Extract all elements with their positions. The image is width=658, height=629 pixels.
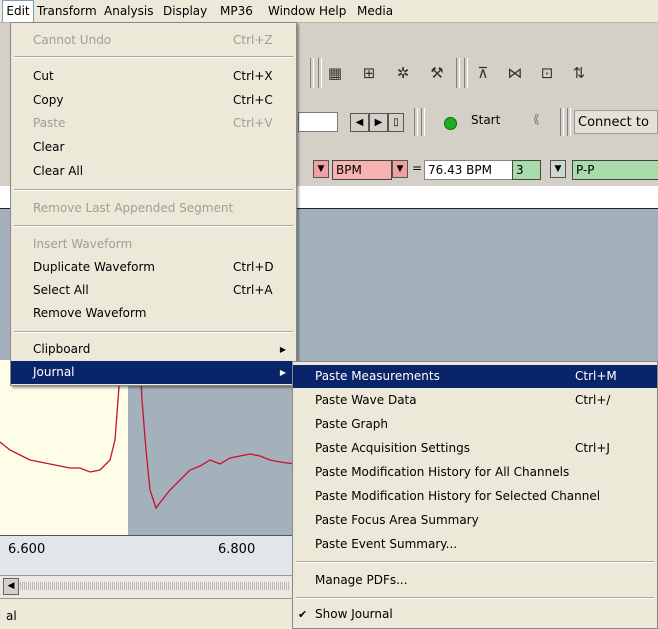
status-text: al <box>6 609 17 623</box>
x-tick-label: 6.800 <box>218 542 256 557</box>
menu-item-duplicate-waveform[interactable]: Duplicate Waveform Ctrl+D <box>11 256 296 279</box>
menu-item-manage-pdfs[interactable]: Manage PDFs... <box>293 569 657 592</box>
checkmark-icon: ✔ <box>298 608 308 621</box>
menu-item-cut[interactable]: Cut Ctrl+X <box>11 65 296 88</box>
menu-window[interactable]: Window <box>268 0 315 22</box>
toolbar-separator <box>421 108 425 136</box>
layout-icon[interactable]: ⊞ <box>358 62 380 84</box>
toolbar-separator <box>318 58 322 88</box>
submenu-arrow-icon: ▶ <box>279 368 286 377</box>
toolbar-separator <box>414 108 418 136</box>
menu-item-paste-measurements[interactable]: Paste Measurements Ctrl+M <box>293 365 657 388</box>
menu-item-clear-all[interactable]: Clear All <box>11 160 296 183</box>
menu-separator <box>14 189 293 191</box>
menu-item-clear[interactable]: Clear <box>11 136 296 159</box>
menu-item-remove-waveform[interactable]: Remove Waveform <box>11 302 296 325</box>
menu-separator <box>296 561 654 563</box>
menu-item-select-all[interactable]: Select All Ctrl+A <box>11 279 296 302</box>
menu-separator <box>296 597 654 599</box>
horizontal-scale-icon[interactable]: ⊼ <box>472 62 494 84</box>
marker-button[interactable]: ▯ <box>388 113 404 132</box>
waveform-trace <box>0 360 296 510</box>
menu-item-copy[interactable]: Copy Ctrl+C <box>11 89 296 112</box>
menu-item-insert-waveform: Insert Waveform <box>33 237 133 251</box>
dropdown-arrow-icon[interactable]: ▼ <box>313 160 329 178</box>
menu-item-paste: Paste Ctrl+V <box>33 116 273 130</box>
journal-submenu: Paste Measurements Ctrl+M Paste Wave Dat… <box>292 361 658 629</box>
submenu-arrow-icon: ▶ <box>279 345 286 354</box>
menu-item-journal[interactable]: Journal ▶ <box>11 361 296 384</box>
edit-menu: Cannot Undo Ctrl+Z Cut Ctrl+X Copy Ctrl+… <box>10 22 297 386</box>
dropdown-arrow-icon[interactable]: ▼ <box>550 160 566 178</box>
connect-button[interactable]: Connect to <box>574 110 658 134</box>
tools-icon[interactable]: ⚒ <box>426 62 448 84</box>
x-tick-label: 6.600 <box>8 542 46 557</box>
channel-select[interactable]: 3 <box>512 160 541 180</box>
menu-separator <box>14 56 293 58</box>
menu-separator <box>14 331 293 333</box>
autoscale-icon[interactable]: ⇅ <box>568 62 590 84</box>
toolbar-separator <box>464 58 468 88</box>
toolbar-separator <box>560 108 564 136</box>
menu-item-show-journal[interactable]: ✔ Show Journal <box>293 603 657 626</box>
menu-item-paste-graph[interactable]: Paste Graph <box>293 413 657 436</box>
menu-analysis[interactable]: Analysis <box>104 0 153 22</box>
menu-separator <box>14 225 293 227</box>
toolbar-separator <box>310 58 314 88</box>
menu-item-paste-focus-area[interactable]: Paste Focus Area Summary <box>293 509 657 532</box>
next-button[interactable]: ▶ <box>369 113 388 132</box>
menu-item-paste-mod-history-all[interactable]: Paste Modification History for All Chann… <box>293 461 657 484</box>
menu-item-paste-acquisition-settings[interactable]: Paste Acquisition Settings Ctrl+J <box>293 437 657 460</box>
equals-sign: = <box>412 161 423 175</box>
menu-mp36[interactable]: MP36 <box>220 0 253 22</box>
prev-button[interactable]: ◀ <box>350 113 369 132</box>
scroll-track[interactable] <box>20 582 290 590</box>
menu-help[interactable]: Help <box>319 0 346 22</box>
menu-edit[interactable]: Edit <box>2 0 34 22</box>
menu-item-clipboard[interactable]: Clipboard ▶ <box>11 338 296 361</box>
menu-display[interactable]: Display <box>163 0 207 22</box>
menu-item-cannot-undo: Cannot Undo Ctrl+Z <box>33 33 273 47</box>
measurement-type-select[interactable]: P-P <box>572 160 658 180</box>
rewind-icon[interactable]: ⟪ <box>533 112 540 126</box>
menu-item-remove-last-segment: Remove Last Appended Segment <box>33 201 234 215</box>
measurement-value: 76.43 BPM <box>424 160 515 180</box>
menu-bar: Edit Transform Analysis Display MP36 Win… <box>0 0 658 23</box>
menu-media[interactable]: Media <box>357 0 393 22</box>
scroll-left-button[interactable]: ◀ <box>3 578 19 595</box>
grid-icon[interactable]: ▦ <box>324 62 346 84</box>
menu-item-paste-event-summary[interactable]: Paste Event Summary... <box>293 533 657 556</box>
vertical-scale-icon[interactable]: ⊡ <box>536 62 558 84</box>
wave-overlap-icon[interactable]: ⋈ <box>504 62 526 84</box>
toolbar-separator <box>567 108 571 136</box>
menu-item-paste-wave-data[interactable]: Paste Wave Data Ctrl+/ <box>293 389 657 412</box>
menu-item-paste-mod-history-selected[interactable]: Paste Modification History for Selected … <box>293 485 657 508</box>
start-button[interactable]: Start <box>471 113 500 127</box>
measurement-unit-select[interactable]: BPM <box>332 160 392 180</box>
record-indicator-icon <box>444 117 457 130</box>
toolbar-separator <box>456 58 460 88</box>
dropdown-arrow-icon[interactable]: ▼ <box>392 160 408 178</box>
gear-icon[interactable]: ✲ <box>392 62 414 84</box>
menu-transform[interactable]: Transform <box>37 0 97 22</box>
search-field[interactable] <box>298 112 338 132</box>
